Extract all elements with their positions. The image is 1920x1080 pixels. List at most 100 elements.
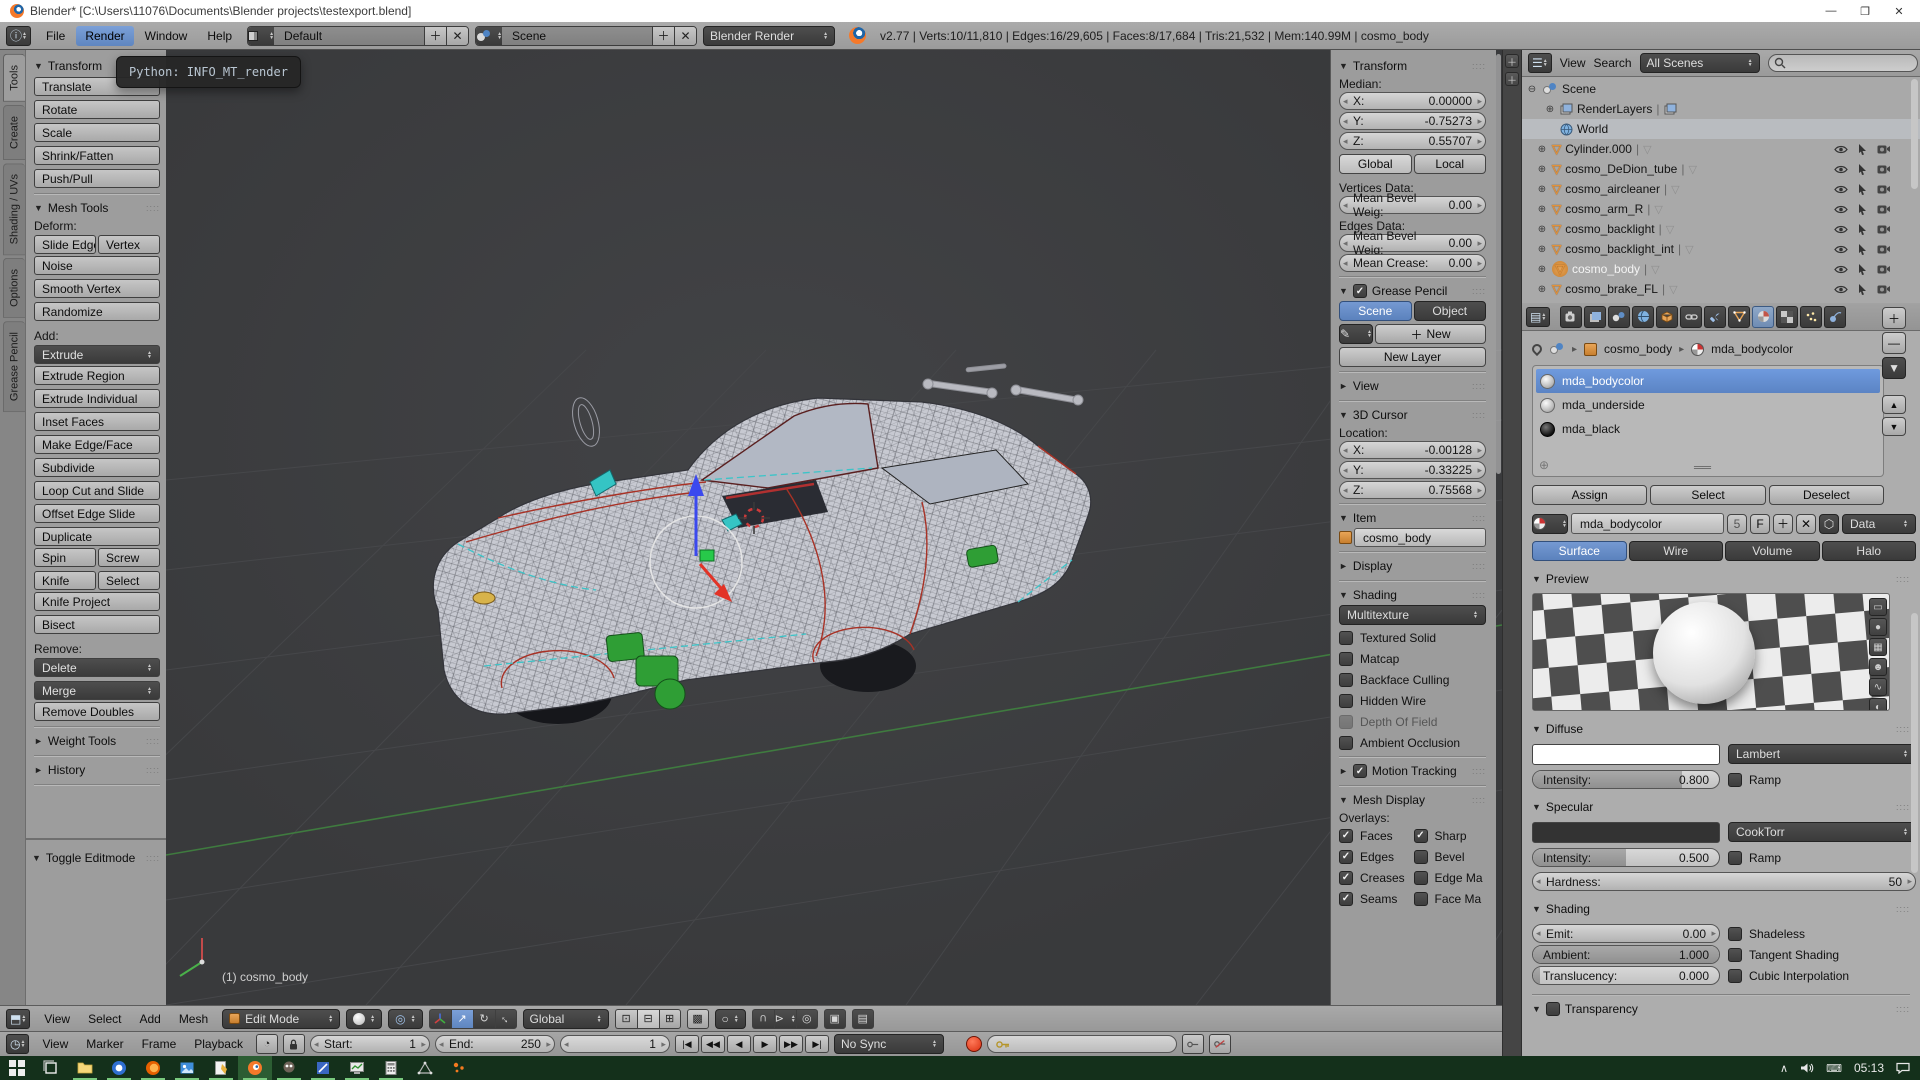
selectability-cursor-icon[interactable] xyxy=(1858,164,1867,175)
menu-item[interactable]: Mesh xyxy=(171,1010,216,1028)
diffuse-color-swatch[interactable] xyxy=(1532,744,1720,765)
outliner-row-object[interactable]: ⊕ ▽ Cylinder.000 | ▽ xyxy=(1522,139,1920,159)
expand-icon[interactable]: ⊕ xyxy=(1544,104,1556,115)
snap-target-icon[interactable]: ◎ xyxy=(796,1009,818,1029)
cursor-field[interactable]: Z:0.75568 xyxy=(1339,481,1486,499)
layout-selector[interactable]: Default ＋ ✕ xyxy=(247,26,469,46)
menu-item[interactable]: Render xyxy=(76,26,133,46)
toolshelf-tab[interactable]: Grease Pencil xyxy=(3,321,25,412)
opengl-animation-icon[interactable]: ▤ xyxy=(852,1009,874,1029)
preview-hair-button[interactable]: ∿ xyxy=(1869,678,1887,696)
current-frame-field[interactable]: 1 xyxy=(560,1035,670,1053)
link-mode-dropdown[interactable]: Data xyxy=(1842,514,1916,534)
expand-icon[interactable]: ⊕ xyxy=(1536,284,1548,295)
keyboard-layout-icon[interactable]: ⌨ xyxy=(1826,1062,1842,1075)
grease-pencil-tab[interactable]: Scene xyxy=(1339,301,1412,321)
mesh-app-icon[interactable] xyxy=(408,1056,442,1080)
material-slot[interactable]: mda_underside xyxy=(1536,393,1880,417)
notification-icon[interactable] xyxy=(1896,1062,1910,1074)
panel-header-shading[interactable]: Shading xyxy=(1339,585,1486,605)
panel-header-toggle-editmode[interactable]: Toggle Editmode xyxy=(32,848,160,868)
tool-button[interactable]: Extrude Individual xyxy=(34,389,160,408)
vertex-select-icon[interactable]: ⊡ xyxy=(615,1009,637,1029)
panel-header-display[interactable]: Display xyxy=(1339,556,1486,576)
menu-item[interactable]: Frame xyxy=(134,1035,185,1053)
playback-button[interactable]: ◀ xyxy=(727,1035,751,1053)
specular-intensity-slider[interactable]: Intensity:0.500 xyxy=(1532,848,1720,867)
tool-button[interactable]: Shrink/Fatten xyxy=(34,146,160,165)
slot-remove-button[interactable]: — xyxy=(1882,332,1906,354)
frame-end-field[interactable]: End:250 xyxy=(435,1035,555,1053)
specular-ramp-checkbox[interactable]: Ramp xyxy=(1728,848,1916,867)
outliner-editor-icon[interactable]: ☰ xyxy=(1528,53,1552,73)
object-tab-icon[interactable] xyxy=(1656,306,1678,328)
shading-checkbox[interactable]: Hidden Wire xyxy=(1339,691,1486,710)
slot-move-down-button[interactable]: ▼ xyxy=(1882,417,1906,436)
layout-close-button[interactable]: ✕ xyxy=(446,26,468,46)
selectability-cursor-icon[interactable] xyxy=(1858,224,1867,235)
overlay-checkbox[interactable]: Faces xyxy=(1339,826,1412,845)
material-type-button[interactable]: Volume xyxy=(1725,541,1820,561)
outliner-search-menu[interactable]: Search xyxy=(1594,56,1632,70)
tool-button[interactable]: Knife xyxy=(34,571,96,590)
median-field[interactable]: Y:-0.75273 xyxy=(1339,112,1486,130)
shading-option-checkbox[interactable]: Shadeless xyxy=(1728,924,1916,943)
panel-header-grease-pencil[interactable]: Grease Pencil xyxy=(1339,281,1486,301)
menu-item[interactable]: Help xyxy=(198,26,241,46)
calculator-icon[interactable] xyxy=(374,1056,408,1080)
unlink-material-button[interactable]: ✕ xyxy=(1796,514,1816,534)
selectability-cursor-icon[interactable] xyxy=(1858,264,1867,275)
remove-dropdown[interactable]: Delete xyxy=(34,658,160,677)
breadcrumb-material[interactable]: mda_bodycolor xyxy=(1711,342,1793,356)
tool-button[interactable]: Loop Cut and Slide xyxy=(34,481,160,500)
mode-dropdown[interactable]: Edit Mode xyxy=(222,1009,340,1029)
time-indicator-icon[interactable]: ◔ xyxy=(256,1034,278,1054)
selectability-cursor-icon[interactable] xyxy=(1858,204,1867,215)
slot-action-button[interactable]: Assign xyxy=(1532,485,1647,505)
outliner-row-object[interactable]: ⊕ ▽ cosmo_body | ▽ xyxy=(1522,259,1920,279)
keying-set-field[interactable] xyxy=(987,1035,1177,1053)
visibility-eye-icon[interactable] xyxy=(1834,265,1848,274)
specular-shader-dropdown[interactable]: CookTorr xyxy=(1728,822,1916,842)
tool-button[interactable]: Rotate xyxy=(34,100,160,119)
browser-icon[interactable] xyxy=(102,1056,136,1080)
renderability-camera-icon[interactable] xyxy=(1877,204,1890,214)
paint-icon[interactable] xyxy=(306,1056,340,1080)
panel-header-specular[interactable]: Specular xyxy=(1532,797,1910,817)
outliner-row-scene[interactable]: ⊖ Scene xyxy=(1522,79,1920,99)
tool-button[interactable]: Extrude Region xyxy=(34,366,160,385)
renderability-camera-icon[interactable] xyxy=(1877,184,1890,194)
renderability-camera-icon[interactable] xyxy=(1877,144,1890,154)
photos-icon[interactable] xyxy=(170,1056,204,1080)
tool-button[interactable]: Screw xyxy=(98,548,160,567)
scene-add-button[interactable]: ＋ xyxy=(652,26,674,46)
sync-dropdown[interactable]: No Sync xyxy=(834,1034,944,1054)
car-mesh-object[interactable] xyxy=(433,398,1090,724)
playback-button[interactable]: ▶▶ xyxy=(779,1035,803,1053)
diffuse-ramp-checkbox[interactable]: Ramp xyxy=(1728,770,1916,789)
toolshelf-tab[interactable]: Tools xyxy=(3,54,25,102)
breadcrumb-object[interactable]: cosmo_body xyxy=(1604,342,1672,356)
layout-add-button[interactable]: ＋ xyxy=(424,26,446,46)
tool-button[interactable]: Vertex xyxy=(98,235,160,254)
modifiers-tab-icon[interactable] xyxy=(1704,306,1726,328)
outliner-row-object[interactable]: ⊕ ▽ cosmo_aircleaner | ▽ xyxy=(1522,179,1920,199)
preview-monkey-button[interactable]: ☻ xyxy=(1869,658,1887,676)
overlay-checkbox[interactable]: Bevel xyxy=(1414,847,1487,866)
slot-specials-button[interactable]: ▼ xyxy=(1882,357,1906,379)
texture-tab-icon[interactable] xyxy=(1776,306,1798,328)
overlay-checkbox[interactable]: Creases xyxy=(1339,868,1412,887)
renderability-camera-icon[interactable] xyxy=(1877,164,1890,174)
collapsed-panel-header[interactable]: Weight Tools xyxy=(34,731,160,751)
material-slot[interactable]: mda_bodycolor xyxy=(1536,369,1880,393)
visibility-eye-icon[interactable] xyxy=(1834,185,1848,194)
text-editor-icon[interactable] xyxy=(204,1056,238,1080)
panel-header-preview[interactable]: Preview xyxy=(1532,569,1910,589)
world-tab-icon[interactable] xyxy=(1632,306,1654,328)
snap-element-dropdown[interactable]: ⊳ xyxy=(774,1009,796,1029)
overlay-checkbox[interactable]: Sharp xyxy=(1414,826,1487,845)
specular-color-swatch[interactable] xyxy=(1532,822,1720,843)
panel-header-transform[interactable]: Transform xyxy=(1339,56,1486,76)
vertex-data-field[interactable]: Mean Bevel Weig:0.00 xyxy=(1339,196,1486,214)
minimize-button[interactable]: — xyxy=(1814,0,1848,22)
